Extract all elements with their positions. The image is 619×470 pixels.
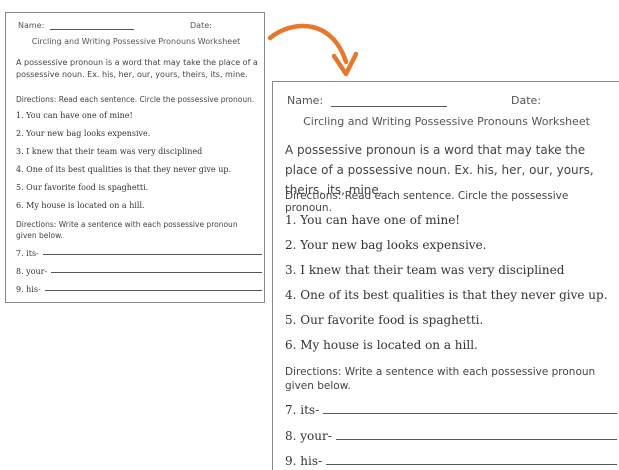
date-label: Date: [511, 94, 541, 107]
name-blank [49, 29, 134, 30]
sentence-item: 6. My house is located on a hill. [285, 338, 478, 352]
write-line-his: 9. his- [16, 285, 262, 294]
name-date-row: Name: Date: [287, 94, 607, 107]
write-line-its: 7. its- [285, 403, 617, 417]
directions-circle: Directions: Read each sentence. Circle t… [16, 95, 255, 104]
name-label: Name: [18, 21, 45, 30]
write-label: 9. his- [16, 285, 41, 294]
blank-line [51, 272, 262, 273]
sentence-item: 1. You can have one of mine! [16, 111, 133, 120]
sentence-item: 5. Our favorite food is spaghetti. [16, 183, 149, 192]
write-label: 8. your- [16, 267, 48, 276]
blank-line [44, 290, 262, 291]
sentence-item: 1. You can have one of mine! [285, 213, 461, 227]
write-label: 7. its- [285, 403, 320, 417]
write-label: 7. its- [16, 249, 39, 258]
blank-line [42, 254, 262, 255]
write-label: 9. his- [285, 454, 323, 468]
sentence-item: 3. I knew that their team was very disci… [285, 263, 565, 277]
name-blank [330, 106, 447, 107]
worksheet-enlarged: Name: Date: Circling and Writing Possess… [272, 81, 619, 470]
sentence-item: 4. One of its best qualities is that the… [16, 165, 232, 174]
name-label: Name: [287, 94, 324, 107]
intro-paragraph: A possessive pronoun is a word that may … [16, 58, 258, 79]
sentence-item: 6. My house is located on a hill. [16, 201, 145, 210]
blank-line [323, 413, 617, 414]
directions-write: Directions: Write a sentence with each p… [16, 220, 238, 240]
directions-write: Directions: Write a sentence with each p… [285, 366, 596, 392]
worksheet-title: Circling and Writing Possessive Pronouns… [31, 37, 241, 46]
curved-arrow-icon [267, 23, 359, 77]
write-line-its: 7. its- [16, 249, 262, 258]
sentence-item: 5. Our favorite food is spaghetti. [285, 313, 484, 327]
worksheet-title: Circling and Writing Possessive Pronouns… [303, 115, 590, 128]
sentence-item: 4. One of its best qualities is that the… [285, 288, 608, 302]
sentence-item: 3. I knew that their team was very disci… [16, 147, 203, 156]
write-line-your: 8. your- [285, 429, 617, 443]
sentence-item: 2. Your new bag looks expensive. [285, 238, 487, 252]
date-label: Date: [190, 21, 212, 30]
write-line-your: 8. your- [16, 267, 262, 276]
blank-line [326, 464, 617, 465]
sentence-item: 2. Your new bag looks expensive. [16, 129, 151, 138]
directions-circle: Directions: Read each sentence. Circle t… [285, 190, 569, 214]
write-label: 8. your- [285, 429, 332, 443]
name-date-row: Name: Date: [18, 21, 254, 30]
blank-line [335, 439, 617, 440]
write-line-his: 9. his- [285, 454, 617, 468]
worksheet-thumbnail: Name: Date: Circling and Writing Possess… [5, 12, 265, 303]
